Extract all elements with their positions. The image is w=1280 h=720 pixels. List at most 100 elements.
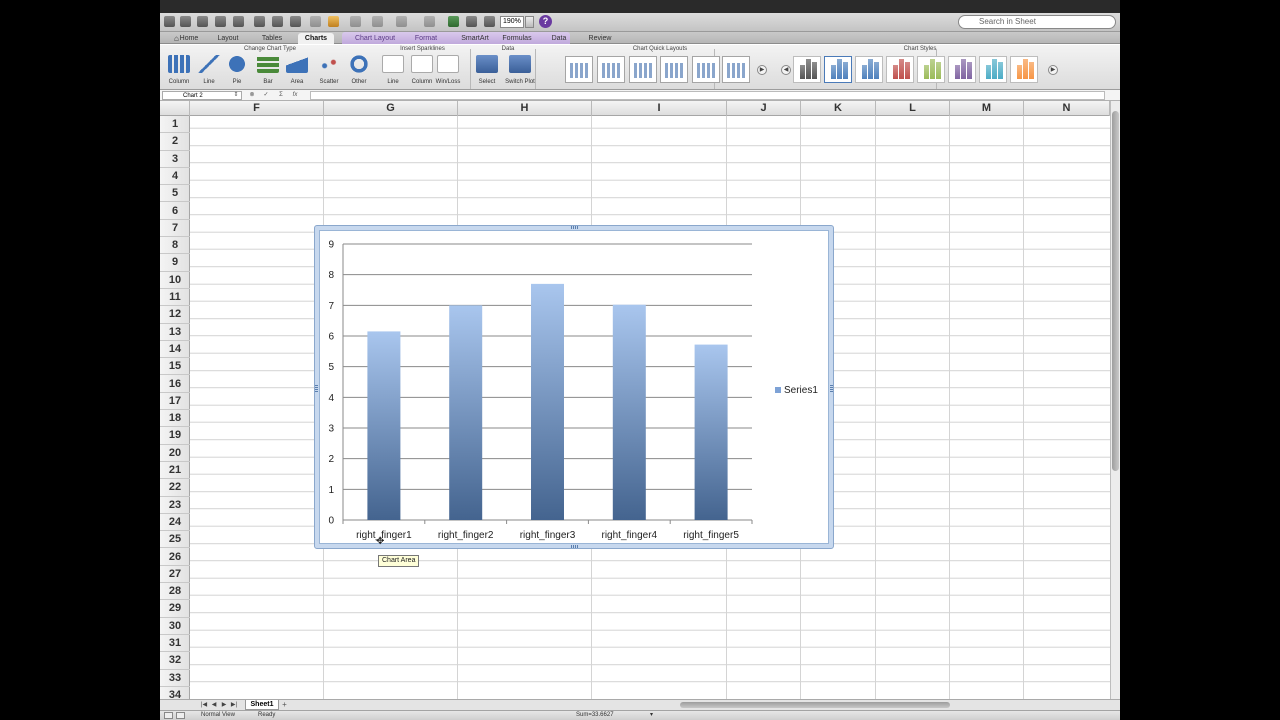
page-layout-view-button[interactable] (176, 712, 185, 719)
column-header-l[interactable]: L (876, 101, 950, 116)
row-header-26[interactable]: 26 (160, 549, 190, 566)
prev-sheet-icon[interactable]: ◀ (210, 702, 218, 709)
row-header-13[interactable]: 13 (160, 324, 190, 341)
filter-icon[interactable] (424, 16, 435, 27)
sum-readout[interactable]: Sum=33.6627 (576, 711, 614, 720)
y-tick-label[interactable]: 6 (328, 332, 334, 343)
help-icon[interactable]: ? (539, 15, 552, 28)
paste-icon[interactable] (290, 16, 301, 27)
data-switch-plot-button[interactable]: Switch Plot (502, 55, 538, 89)
copy-icon[interactable] (272, 16, 283, 27)
y-tick-label[interactable]: 0 (328, 516, 334, 527)
row-header-11[interactable]: 11 (160, 289, 190, 307)
row-header-4[interactable]: 4 (160, 168, 190, 186)
last-sheet-icon[interactable]: ▶| (230, 702, 238, 709)
sparkline-win-loss-button[interactable]: Win/Loss (434, 55, 462, 89)
vertical-scrollbar[interactable] (1110, 101, 1120, 699)
column-header-i[interactable]: I (592, 101, 727, 116)
sum-dropdown-icon[interactable]: ▾ (650, 711, 653, 720)
name-box[interactable]: Chart 2 (162, 91, 242, 100)
resize-handle-top[interactable] (571, 226, 579, 229)
x-tick-label[interactable]: right_finger2 (438, 530, 494, 541)
chart-style-7[interactable] (979, 56, 1007, 83)
chart-style-8[interactable] (1010, 56, 1038, 83)
redo-icon[interactable] (350, 16, 361, 27)
x-tick-label[interactable]: right_finger4 (602, 530, 658, 541)
tab-smartart[interactable]: SmartArt (452, 33, 498, 44)
bar-4[interactable] (612, 304, 646, 520)
chart-type-bar-button[interactable]: Bar (255, 55, 281, 89)
row-header-22[interactable]: 22 (160, 479, 190, 497)
chart-type-line-button[interactable]: Line (196, 55, 222, 89)
bar-5[interactable] (694, 344, 728, 520)
sparkline-line-button[interactable]: Line (379, 55, 407, 89)
y-tick-label[interactable]: 3 (328, 424, 334, 435)
toolbox-icon[interactable] (466, 16, 477, 27)
chart-style-2[interactable] (824, 56, 852, 83)
tab-data[interactable]: Data (546, 33, 572, 44)
styles-prev-icon[interactable]: ◀ (781, 65, 791, 75)
zoom-field[interactable]: 190% (500, 16, 524, 28)
column-header-m[interactable]: M (950, 101, 1024, 116)
chart-type-pie-button[interactable]: Pie (224, 55, 250, 89)
quick-layout-1[interactable] (565, 56, 593, 83)
row-header-2[interactable]: 2 (160, 133, 190, 151)
resize-handle-bottom[interactable] (571, 545, 579, 548)
row-header-8[interactable]: 8 (160, 237, 190, 255)
row-header-31[interactable]: 31 (160, 635, 190, 653)
normal-view-button[interactable] (164, 712, 173, 719)
column-header-n[interactable]: N (1024, 101, 1110, 116)
row-header-16[interactable]: 16 (160, 376, 190, 393)
row-header-32[interactable]: 32 (160, 652, 190, 670)
tab-tables[interactable]: Tables (253, 33, 291, 44)
row-header-12[interactable]: 12 (160, 306, 190, 324)
row-header-27[interactable]: 27 (160, 566, 190, 584)
select-all-corner[interactable] (160, 101, 190, 116)
tab-chart-layout[interactable]: Chart Layout (342, 33, 408, 44)
chart-type-other-button[interactable]: Other (346, 55, 372, 89)
fx-icon[interactable]: fx (291, 92, 299, 99)
chart-type-scatter-button[interactable]: Scatter (316, 55, 342, 89)
save-icon[interactable] (215, 16, 226, 27)
zoom-dropdown-icon[interactable] (525, 16, 534, 28)
y-tick-label[interactable]: 2 (328, 454, 334, 465)
templates-icon[interactable] (180, 16, 191, 27)
first-sheet-icon[interactable]: |◀ (200, 702, 208, 709)
row-header-29[interactable]: 29 (160, 600, 190, 618)
legend-swatch[interactable] (775, 387, 781, 393)
sparkline-column-button[interactable]: Column (408, 55, 436, 89)
chart-type-column-button[interactable]: Column (166, 55, 192, 89)
add-sheet-icon[interactable]: + (280, 701, 289, 709)
chart-style-6[interactable] (948, 56, 976, 83)
x-tick-label[interactable]: right_finger5 (683, 530, 739, 541)
row-header-1[interactable]: 1 (160, 116, 190, 134)
row-header-18[interactable]: 18 (160, 410, 190, 428)
bar-2[interactable] (449, 305, 483, 520)
tab-formulas[interactable]: Formulas (498, 33, 536, 44)
row-header-23[interactable]: 23 (160, 497, 190, 514)
styles-next-icon[interactable]: ▶ (1048, 65, 1058, 75)
column-header-k[interactable]: K (801, 101, 876, 116)
layouts-next-icon[interactable]: ▶ (757, 65, 767, 75)
quick-layout-4[interactable] (660, 56, 688, 83)
chart-area[interactable]: 0 1 2 3 4 5 6 7 8 9 right_finger1 right_finger2 righ… (319, 230, 829, 544)
chart-style-3[interactable] (855, 56, 883, 83)
show-icon[interactable] (484, 16, 495, 27)
cut-icon[interactable] (254, 16, 265, 27)
resize-handle-left[interactable] (315, 384, 318, 392)
name-box-stepper-icon[interactable]: ⇕ (232, 92, 240, 99)
row-header-9[interactable]: 9 (160, 254, 190, 272)
row-header-30[interactable]: 30 (160, 618, 190, 635)
row-header-25[interactable]: 25 (160, 531, 190, 549)
row-header-3[interactable]: 3 (160, 151, 190, 168)
row-header-17[interactable]: 17 (160, 393, 190, 411)
legend-entry-series1[interactable]: Series1 (784, 385, 818, 396)
open-icon[interactable] (197, 16, 208, 27)
row-header-34[interactable]: 34 (160, 687, 190, 699)
chart-plot[interactable]: 0123456789right_finger1 right_finger2 righ… (320, 231, 830, 545)
row-header-5[interactable]: 5 (160, 185, 190, 203)
tab-review[interactable]: Review (584, 33, 616, 44)
row-header-24[interactable]: 24 (160, 514, 190, 532)
tab-format[interactable]: Format (410, 33, 442, 44)
quick-layout-3[interactable] (629, 56, 657, 83)
